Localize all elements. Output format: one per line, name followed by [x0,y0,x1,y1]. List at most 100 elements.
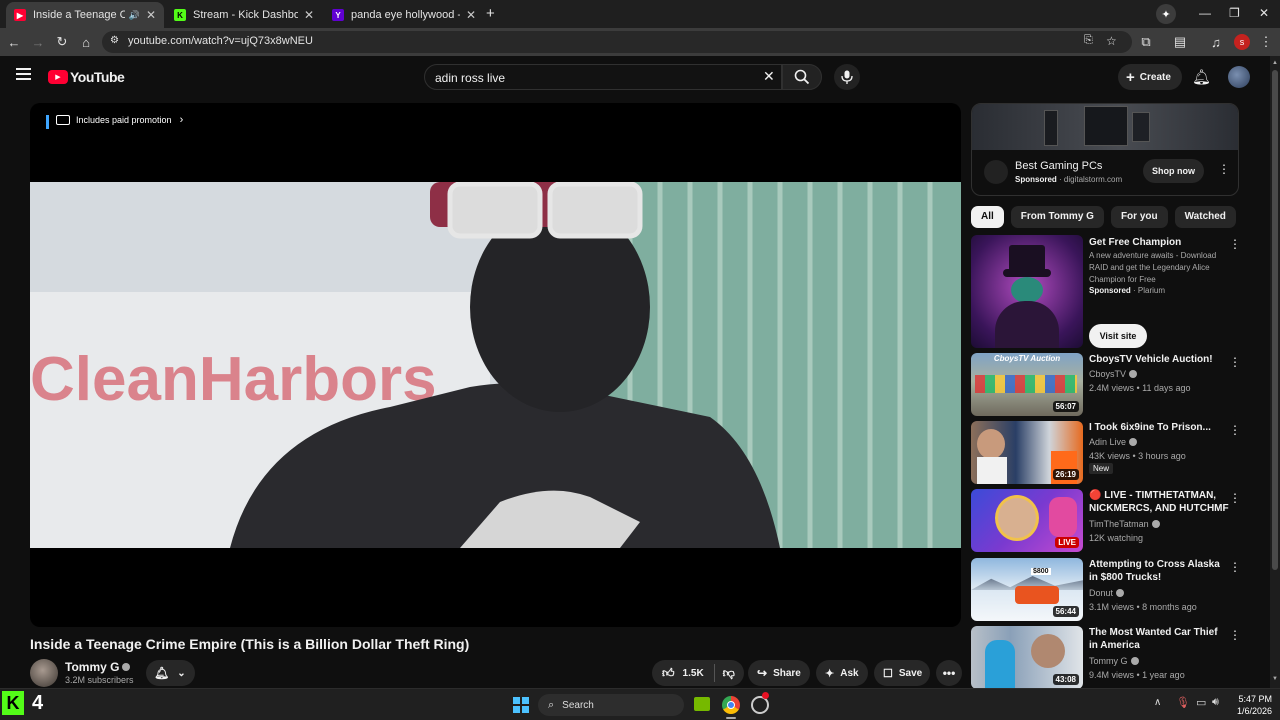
item-menu-icon[interactable]: ⋮ [1229,355,1241,369]
sponsored-item[interactable]: Get Free Champion A new adventure awaits… [971,235,1241,348]
reload-icon[interactable]: ↻ [54,34,70,50]
video-frame[interactable]: CleanHarbors [30,182,961,548]
maximize-icon[interactable]: ❐ [1229,6,1240,20]
network-icon[interactable]: ▭ [1196,696,1206,709]
like-count[interactable]: 1.5K [683,668,704,679]
suggested-video[interactable]: $800 56:44 Attempting to Cross Alaska in… [971,558,1241,622]
share-button[interactable]: ↪ Share [748,660,810,686]
tab-youtube[interactable]: ▶ Inside a Teenage Crime Em 🔊 ✕ [6,2,164,28]
channel-name[interactable]: Adin Live [1089,437,1126,447]
tray-overflow-icon[interactable]: ∧ [1154,697,1161,708]
account-avatar[interactable] [1228,66,1250,88]
video-player[interactable]: Includes paid promotion › CleanHarbors [30,103,961,627]
sponsored-thumbnail[interactable] [971,235,1083,348]
media-icon[interactable]: ♫ [1208,34,1224,50]
forward-icon[interactable]: → [30,34,46,50]
like-icon[interactable]: 👍︎ [662,666,675,681]
hamburger-menu-icon[interactable] [16,68,31,80]
nvidia-icon[interactable] [694,697,710,711]
channel-row[interactable]: Donut [1089,588,1125,598]
site-info-icon[interactable]: ⚙ [110,35,119,46]
install-app-icon[interactable]: ⎘ [1084,34,1093,47]
search-input[interactable]: adin ross live ✕ [424,64,782,90]
voice-search-button[interactable] [834,64,860,90]
gemini-icon[interactable]: ✦ [1156,4,1176,24]
chip-all[interactable]: All [971,206,1004,228]
channel-name[interactable]: TimTheTatman [1089,519,1149,529]
page-scrollbar[interactable]: ▲ ▼ [1270,56,1280,688]
video-title[interactable]: 🔴 LIVE - TIMTHETATMAN, NICKMERCS, AND HU… [1089,489,1229,516]
volume-icon[interactable]: 🔊︎ [1212,696,1219,709]
video-title[interactable]: CboysTV Vehicle Auction! [1089,353,1229,366]
channel-row[interactable]: TimTheTatman [1089,519,1160,529]
scroll-down-icon[interactable]: ▼ [1272,676,1278,682]
url-text[interactable]: youtube.com/watch?v=ujQ73x8wNEU [128,35,313,47]
chip-from-channel[interactable]: From Tommy G [1010,206,1104,228]
channel-name-row[interactable]: Tommy G [65,660,131,674]
microphone-tray-icon[interactable]: 🎙︎ [1176,696,1190,709]
ask-button[interactable]: ✦ Ask [816,660,868,686]
video-thumbnail[interactable]: CboysTV Auction 56:07 [971,353,1083,416]
side-panel-icon[interactable]: ▤ [1172,34,1188,50]
item-menu-icon[interactable]: ⋮ [1229,560,1241,574]
suggested-video[interactable]: 43:08 The Most Wanted Car Thief in Ameri… [971,626,1241,688]
video-title[interactable]: I Took 6ix9ine To Prison... [1089,421,1229,434]
home-icon[interactable]: ⌂ [78,34,94,50]
video-thumbnail[interactable]: LIVE [971,489,1083,552]
scroll-up-icon[interactable]: ▲ [1272,60,1278,66]
windows-start-icon[interactable] [513,697,529,713]
extensions-icon[interactable]: ⧉ [1138,34,1154,50]
create-button[interactable]: + Create [1118,64,1182,90]
notification-settings-button[interactable]: 🔔︎ ⌄ [146,660,195,686]
ad-title[interactable]: Best Gaming PCs [1015,160,1102,172]
video-thumbnail[interactable]: $800 56:44 [971,558,1083,621]
item-menu-icon[interactable]: ⋮ [1229,491,1241,505]
video-title[interactable]: The Most Wanted Car Thief in America [1089,626,1229,652]
ad-menu-icon[interactable]: ⋮ [1218,162,1230,176]
item-menu-icon[interactable]: ⋮ [1229,423,1241,437]
close-tab-icon[interactable]: ✕ [304,8,314,22]
suggested-video[interactable]: 26:19 I Took 6ix9ine To Prison... Adin L… [971,421,1241,485]
close-window-icon[interactable]: ✕ [1259,6,1269,20]
taskbar-search[interactable]: ⌕ Search [538,694,684,716]
dislike-icon[interactable]: 👎︎ [723,666,735,681]
channel-name[interactable]: Donut [1089,588,1113,598]
channel-row[interactable]: Tommy G [1089,656,1139,666]
close-tab-icon[interactable]: ✕ [466,8,476,22]
bookmark-star-icon[interactable]: ☆ [1106,34,1117,48]
item-menu-icon[interactable]: ⋮ [1229,237,1241,251]
obs-icon[interactable] [751,692,769,714]
kick-widget[interactable]: K 4 [2,691,43,715]
chip-watched[interactable]: Watched [1174,206,1236,228]
channel-row[interactable]: CboysTV [1089,369,1138,379]
save-button[interactable]: ☐ Save [874,660,930,686]
new-tab-icon[interactable]: + [486,5,495,22]
video-title[interactable]: Attempting to Cross Alaska in $800 Truck… [1089,558,1229,584]
youtube-logo[interactable]: ▶ YouTube [48,69,125,85]
clock[interactable]: 5:47 PM 1/6/2026 [1232,693,1272,717]
channel-avatar[interactable] [30,659,58,687]
video-thumbnail[interactable]: 43:08 [971,626,1083,688]
close-tab-icon[interactable]: ✕ [146,8,156,22]
browser-menu-icon[interactable]: ⋮ [1258,34,1274,50]
more-actions-button[interactable]: ••• [936,660,962,686]
channel-name[interactable]: CboysTV [1089,369,1126,379]
video-thumbnail[interactable]: 26:19 [971,421,1083,484]
search-query[interactable]: adin ross live [435,71,505,85]
ad-card[interactable]: Best Gaming PCs Sponsored · digitalstorm… [971,103,1239,196]
channel-row[interactable]: Adin Live [1089,437,1138,447]
clear-search-icon[interactable]: ✕ [763,68,775,85]
suggested-video[interactable]: LIVE 🔴 LIVE - TIMTHETATMAN, NICKMERCS, A… [971,489,1241,553]
chip-for-you[interactable]: For you [1110,206,1168,228]
omnibox[interactable]: ⚙ youtube.com/watch?v=ujQ73x8wNEU ⎘ ☆ [102,31,1132,53]
scrollbar-thumb[interactable] [1272,70,1278,570]
tab-kick[interactable]: K Stream - Kick Dashboard ✕ [166,2,322,28]
profile-avatar[interactable]: s [1234,34,1250,50]
channel-name[interactable]: Tommy G [1089,656,1128,666]
tab-yahoo-images[interactable]: Y panda eye hollywood - - Image ✕ [324,2,484,28]
back-icon[interactable]: ← [6,34,22,50]
chrome-icon[interactable] [722,696,740,714]
channel-name[interactable]: Tommy G [65,660,119,674]
minimize-icon[interactable]: — [1199,6,1211,20]
sponsored-title[interactable]: Get Free Champion [1089,237,1181,248]
